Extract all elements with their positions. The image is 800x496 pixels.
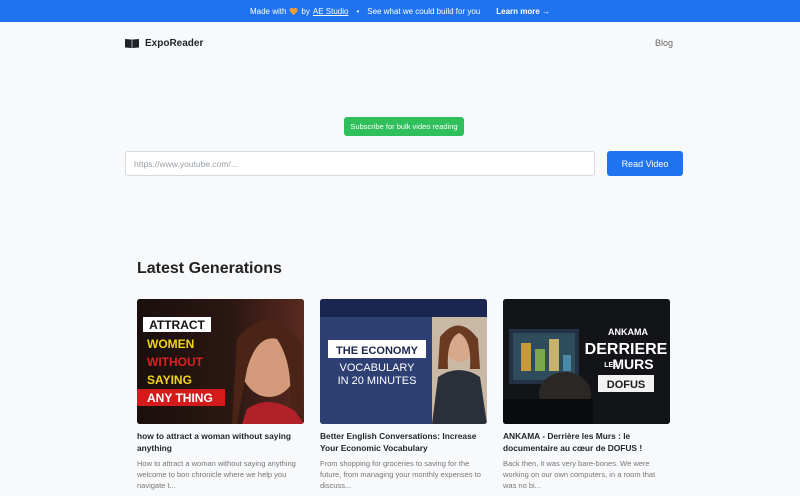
made-with-text: Made with by AE Studio — [250, 7, 349, 16]
thumb-line-2: WOMEN — [147, 337, 194, 351]
separator-dot: • — [356, 6, 360, 16]
card-description: How to attract a woman without saying an… — [137, 459, 296, 490]
thumbnail-image: ATTRACT WOMEN WITHOUT SAYING ANY THING — [137, 299, 304, 424]
thumb-line-2: VOCABULARY — [340, 362, 416, 374]
thumb-line-1: THE ECONOMY — [336, 345, 419, 357]
thumb-line-4: SAYING — [147, 373, 192, 387]
thumbnail-image: THE ECONOMY VOCABULARY IN 20 MINUTES — [320, 299, 487, 424]
thumb-line-1: ATTRACT — [149, 318, 205, 332]
card-description: From shopping for groceries to saving fo… — [320, 459, 481, 490]
promo-banner: Made with by AE Studio • See what we cou… — [0, 0, 800, 22]
heart-icon — [289, 7, 298, 15]
ae-studio-link[interactable]: AE Studio — [313, 7, 349, 16]
generation-card[interactable]: ATTRACT WOMEN WITHOUT SAYING ANY THING h… — [137, 299, 304, 491]
card-description: Back then, it was very bare-bones. We we… — [503, 459, 656, 490]
video-thumbnail[interactable]: THE ECONOMY VOCABULARY IN 20 MINUTES — [320, 299, 487, 424]
subscribe-button[interactable]: Subscribe for bulk video reading — [344, 117, 464, 136]
video-thumbnail[interactable]: ATTRACT WOMEN WITHOUT SAYING ANY THING — [137, 299, 304, 424]
by-label: by — [301, 6, 310, 16]
learn-more-link[interactable]: Learn more → — [496, 7, 550, 16]
brand-logo[interactable]: ExpoReader — [125, 38, 203, 49]
top-nav: ExpoReader Blog — [125, 36, 675, 50]
thumbnail-image: ANKAMA DERRIERE LES MURS DOFUS — [503, 299, 670, 424]
card-title[interactable]: how to attract a woman without saying an… — [137, 430, 304, 454]
banner-pitch: See what we could build for you — [367, 6, 481, 16]
latest-generations-heading: Latest Generations — [137, 260, 282, 277]
open-book-icon — [125, 38, 139, 48]
thumb-line-5: DOFUS — [607, 379, 646, 391]
url-placeholder: https://www.youtube.com/... — [134, 158, 238, 169]
youtube-url-input[interactable]: https://www.youtube.com/... — [125, 151, 595, 176]
generation-card[interactable]: ANKAMA DERRIERE LES MURS DOFUS ANKAMA - … — [503, 299, 670, 491]
read-video-button[interactable]: Read Video — [607, 151, 683, 176]
thumb-line-3: IN 20 MINUTES — [338, 375, 417, 387]
thumb-line-3: WITHOUT — [147, 355, 204, 369]
video-thumbnail[interactable]: ANKAMA DERRIERE LES MURS DOFUS — [503, 299, 670, 424]
card-title[interactable]: ANKAMA - Derrière les Murs : le document… — [503, 430, 670, 454]
made-with-label: Made with — [249, 6, 287, 16]
generation-card[interactable]: THE ECONOMY VOCABULARY IN 20 MINUTES Bet… — [320, 299, 487, 491]
nav-blog-link[interactable]: Blog — [655, 38, 673, 48]
brand-name: ExpoReader — [145, 37, 204, 49]
card-title[interactable]: Better English Conversations: Increase Y… — [320, 430, 487, 454]
thumb-line-1: ANKAMA — [608, 327, 648, 337]
thumb-line-4: MURS — [612, 356, 653, 372]
thumb-line-5: ANY THING — [147, 391, 213, 405]
